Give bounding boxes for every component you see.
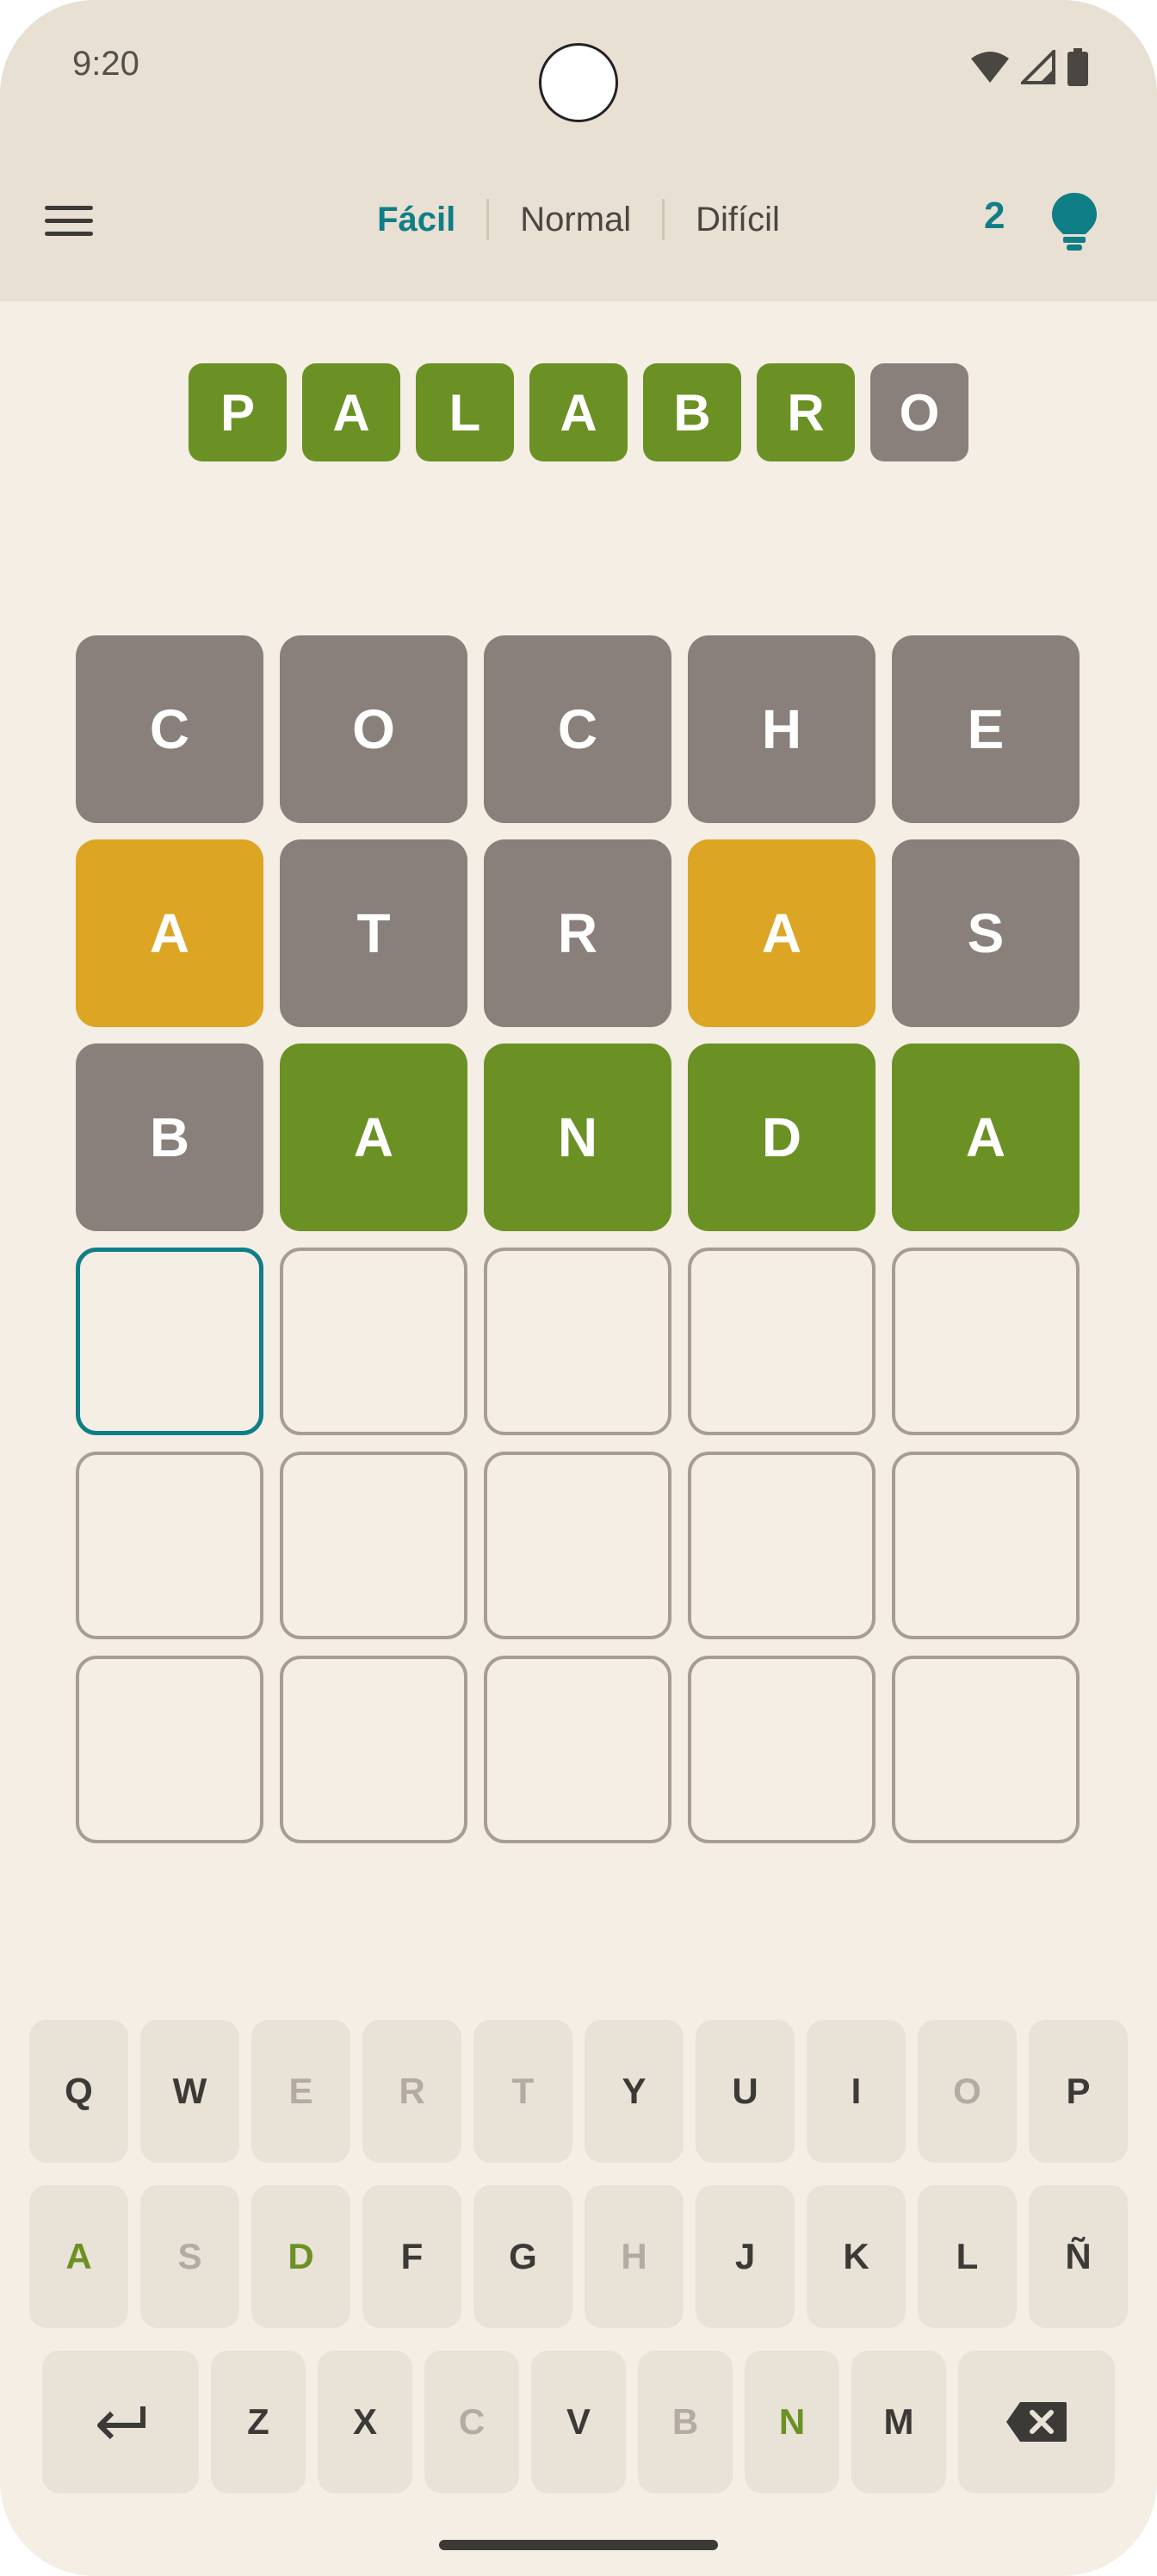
tab-facil[interactable]: Fácil bbox=[346, 201, 486, 239]
key-b[interactable]: B bbox=[638, 2350, 733, 2493]
key-z[interactable]: Z bbox=[211, 2350, 306, 2493]
board-cell: R bbox=[484, 839, 671, 1027]
key-n[interactable]: N bbox=[745, 2350, 839, 2493]
board-cell: H bbox=[688, 635, 875, 823]
key-e[interactable]: E bbox=[251, 2020, 350, 2163]
board-cell: A bbox=[280, 1043, 467, 1231]
board-cell: D bbox=[688, 1043, 875, 1231]
board-cell[interactable] bbox=[76, 1452, 263, 1639]
guess-board: COCHEATRASBANDA bbox=[76, 635, 1080, 1843]
key-t[interactable]: T bbox=[473, 2020, 572, 2163]
game-title-tiles: PALABRO bbox=[0, 363, 1157, 461]
board-cell[interactable] bbox=[892, 1656, 1080, 1843]
title-tile: B bbox=[643, 363, 741, 461]
key-w[interactable]: W bbox=[140, 2020, 239, 2163]
board-cell: B bbox=[76, 1043, 263, 1231]
title-tile: A bbox=[529, 363, 628, 461]
key-q[interactable]: Q bbox=[29, 2020, 128, 2163]
key-p[interactable]: P bbox=[1029, 2020, 1128, 2163]
board-cell[interactable] bbox=[484, 1248, 671, 1435]
cell-signal-icon bbox=[1021, 50, 1055, 84]
board-cell[interactable] bbox=[688, 1248, 875, 1435]
key-d[interactable]: D bbox=[251, 2185, 350, 2328]
key-ñ[interactable]: Ñ bbox=[1029, 2185, 1128, 2328]
key-l[interactable]: L bbox=[918, 2185, 1017, 2328]
key-j[interactable]: J bbox=[696, 2185, 795, 2328]
key-m[interactable]: M bbox=[851, 2350, 946, 2493]
board-cell[interactable] bbox=[280, 1248, 467, 1435]
tab-dificil[interactable]: Difícil bbox=[665, 201, 811, 239]
board-cell: T bbox=[280, 839, 467, 1027]
key-u[interactable]: U bbox=[696, 2020, 795, 2163]
key-g[interactable]: G bbox=[473, 2185, 572, 2328]
board-cell[interactable] bbox=[688, 1452, 875, 1639]
keyboard-row: QWERTYUIOP bbox=[0, 2020, 1157, 2163]
status-time: 9:20 bbox=[72, 45, 139, 83]
board-cell[interactable] bbox=[892, 1248, 1080, 1435]
board-cell: N bbox=[484, 1043, 671, 1231]
title-tile: P bbox=[189, 363, 287, 461]
title-tile: O bbox=[870, 363, 968, 461]
key-y[interactable]: Y bbox=[585, 2020, 684, 2163]
battery-icon bbox=[1067, 48, 1088, 86]
board-cell: A bbox=[892, 1043, 1080, 1231]
phone-screen: 9:20 Fácil Normal Difícil 2 PALABRO CO C… bbox=[0, 0, 1157, 2576]
key-c[interactable]: C bbox=[424, 2350, 519, 2493]
key-h[interactable]: H bbox=[585, 2185, 684, 2328]
board-cell: C bbox=[76, 635, 263, 823]
board-cell[interactable] bbox=[280, 1656, 467, 1843]
board-cell: S bbox=[892, 839, 1080, 1027]
wifi-icon bbox=[971, 52, 1009, 83]
board-cell: C bbox=[484, 635, 671, 823]
lightbulb-icon[interactable] bbox=[1049, 191, 1100, 251]
top-app-bar: 9:20 Fácil Normal Difícil 2 bbox=[0, 0, 1157, 301]
key-k[interactable]: K bbox=[807, 2185, 906, 2328]
board-cell[interactable] bbox=[484, 1452, 671, 1639]
status-icons bbox=[971, 48, 1088, 86]
keyboard-row: ZXCVBNM bbox=[0, 2350, 1157, 2493]
board-cell[interactable] bbox=[280, 1452, 467, 1639]
board-cell: O bbox=[280, 635, 467, 823]
board-cell[interactable] bbox=[688, 1656, 875, 1843]
keyboard: QWERTYUIOP ASDFGHJKLÑ ZXCVBNM bbox=[0, 2020, 1157, 2516]
key-v[interactable]: V bbox=[531, 2350, 626, 2493]
camera-cutout bbox=[539, 43, 618, 122]
board-cell: E bbox=[892, 635, 1080, 823]
board-cell: A bbox=[76, 839, 263, 1027]
key-o[interactable]: O bbox=[918, 2020, 1017, 2163]
home-indicator bbox=[439, 2540, 718, 2550]
title-tile: A bbox=[302, 363, 400, 461]
key-f[interactable]: F bbox=[362, 2185, 461, 2328]
board-cell[interactable] bbox=[76, 1248, 263, 1435]
board-cell[interactable] bbox=[892, 1452, 1080, 1639]
board-cell: A bbox=[688, 839, 875, 1027]
key-i[interactable]: I bbox=[807, 2020, 906, 2163]
key-a[interactable]: A bbox=[29, 2185, 128, 2328]
title-tile: R bbox=[757, 363, 855, 461]
keyboard-row: ASDFGHJKLÑ bbox=[0, 2185, 1157, 2328]
tab-normal[interactable]: Normal bbox=[489, 201, 662, 239]
key-x[interactable]: X bbox=[318, 2350, 412, 2493]
board-cell[interactable] bbox=[484, 1656, 671, 1843]
hint-count: 2 bbox=[984, 195, 1005, 237]
backspace-icon[interactable] bbox=[958, 2350, 1115, 2493]
key-s[interactable]: S bbox=[140, 2185, 239, 2328]
title-tile: L bbox=[416, 363, 514, 461]
key-r[interactable]: R bbox=[362, 2020, 461, 2163]
enter-icon[interactable] bbox=[42, 2350, 199, 2493]
board-cell[interactable] bbox=[76, 1656, 263, 1843]
